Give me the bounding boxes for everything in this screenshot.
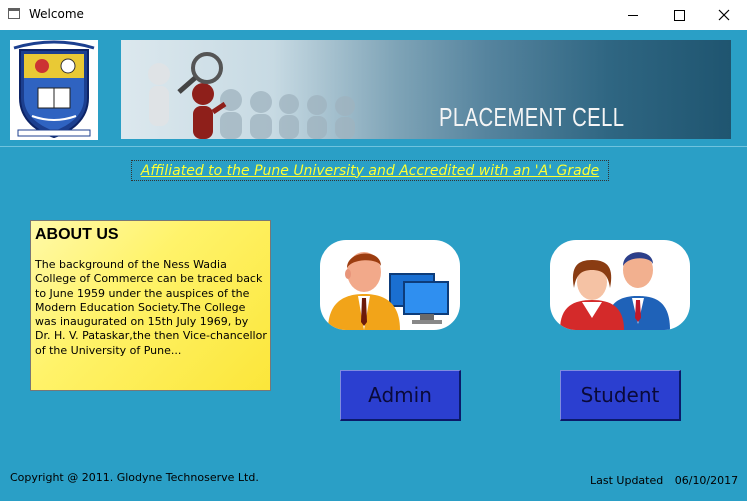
college-logo: [10, 40, 98, 140]
window-title: Welcome: [29, 7, 84, 21]
placement-cell-banner: PLACEMENT CELL: [121, 40, 731, 139]
close-icon: [718, 9, 730, 21]
minimize-icon: [628, 14, 638, 16]
app-window-icon: [8, 8, 20, 19]
admin-button[interactable]: Admin: [340, 370, 461, 421]
about-us-heading: ABOUT US: [35, 226, 119, 243]
header-divider: [0, 146, 747, 147]
admin-avatar-icon[interactable]: [320, 240, 460, 330]
last-updated-date: 06/10/2017: [674, 474, 739, 487]
banner-title: PLACEMENT CELL: [439, 102, 625, 132]
student-avatar-icon[interactable]: [550, 240, 690, 330]
last-updated: Last Updated 06/10/2017: [590, 474, 738, 487]
copyright-text: Copyright @ 2011. Glodyne Technoserve Lt…: [10, 471, 259, 484]
main-panel: PLACEMENT CELL Affiliated to the Pune Un…: [0, 30, 747, 501]
maximize-button[interactable]: [656, 0, 702, 30]
close-button[interactable]: [701, 0, 747, 30]
about-us-text: The background of the Ness Wadia College…: [35, 258, 267, 357]
minimize-button[interactable]: [610, 0, 656, 30]
student-button[interactable]: Student: [560, 370, 681, 421]
title-bar: Welcome: [0, 0, 747, 30]
affiliation-link[interactable]: Affiliated to the Pune University and Ac…: [131, 160, 609, 181]
last-updated-label: Last Updated: [590, 474, 664, 487]
welcome-window: Welcome PLACEMENT CELL Affiliated to the…: [0, 0, 747, 501]
maximize-icon: [673, 9, 685, 21]
about-us-panel: ABOUT US The background of the Ness Wadi…: [30, 220, 271, 391]
